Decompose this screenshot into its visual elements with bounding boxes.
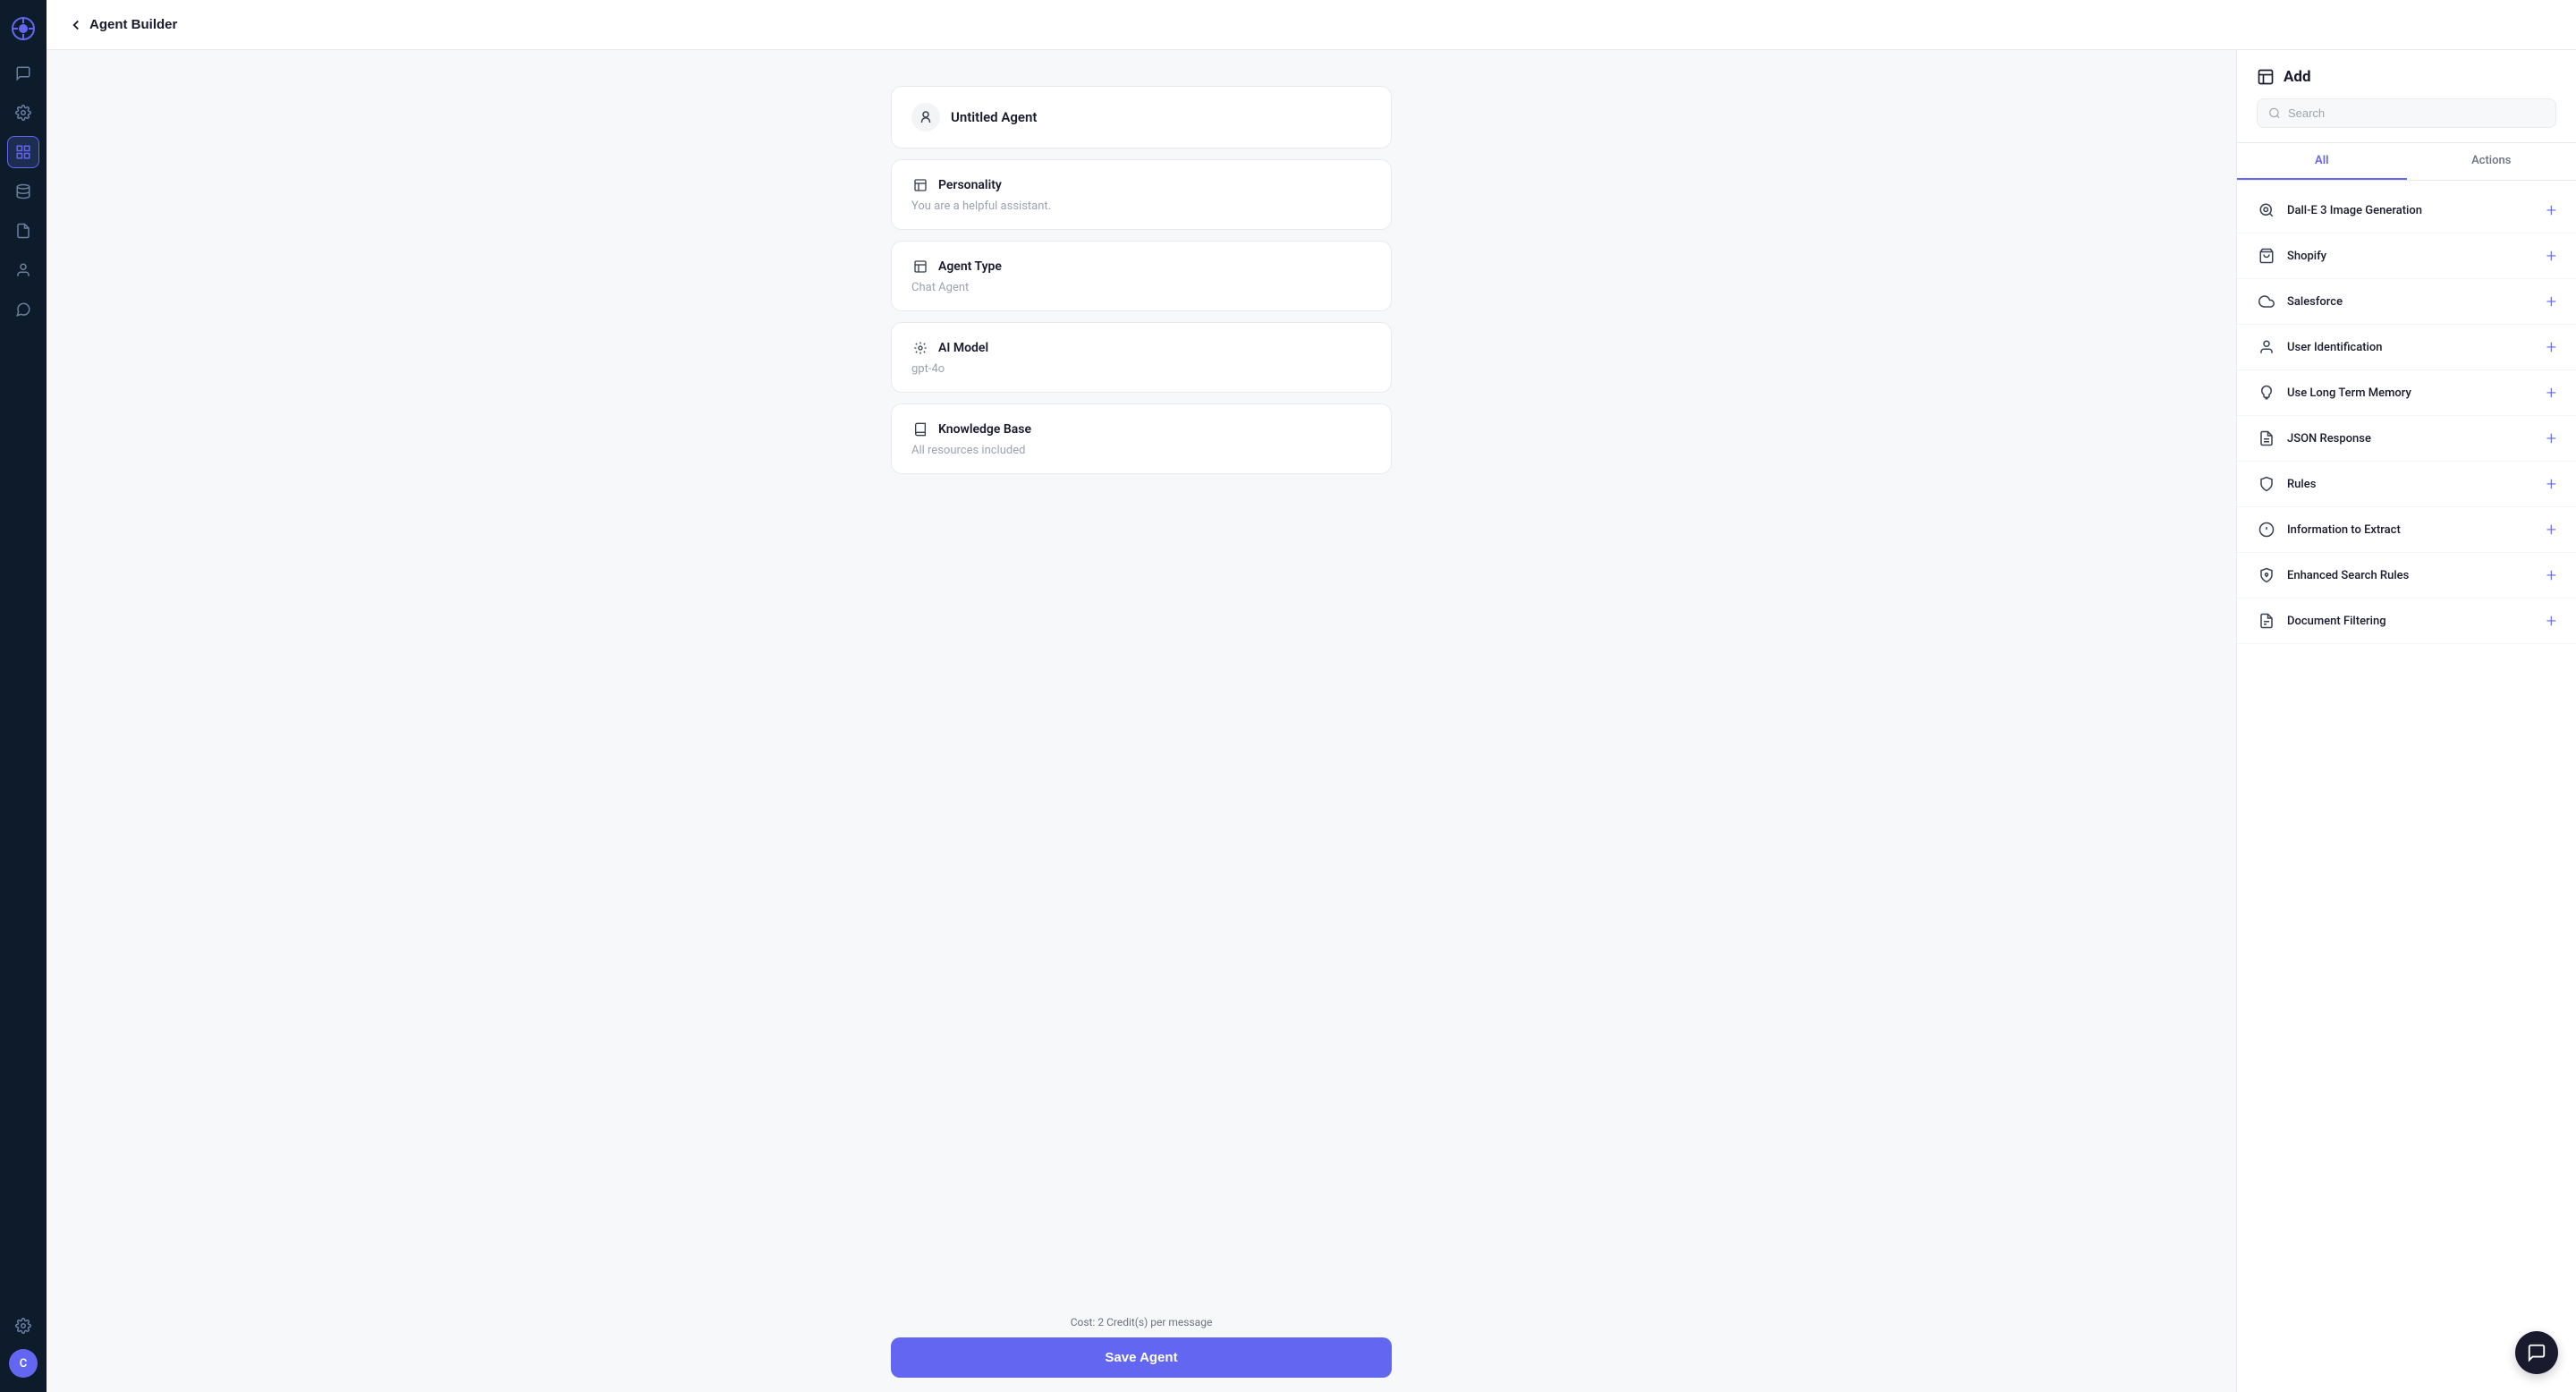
ai-model-card[interactable]: AI Model gpt-4o (891, 322, 1392, 393)
agent-type-value: Chat Agent (911, 281, 1371, 294)
knowledge-base-icon (911, 420, 929, 438)
tab-all[interactable]: All (2237, 143, 2407, 180)
agent-name-card[interactable]: Untitled Agent (891, 86, 1392, 149)
doc-filter-icon (2257, 611, 2276, 631)
add-item-memory[interactable]: Use Long Term Memory + (2237, 370, 2576, 416)
shopify-label: Shopify (2287, 250, 2326, 263)
dalle-icon (2257, 200, 2276, 220)
back-button[interactable]: Agent Builder (68, 17, 177, 33)
add-plus-salesforce[interactable]: + (2546, 293, 2556, 310)
tab-actions[interactable]: Actions (2407, 143, 2576, 180)
search-rules-icon (2257, 565, 2276, 585)
add-items-list: Dall-E 3 Image Generation + Shopify + (2237, 181, 2576, 1392)
agent-type-card[interactable]: Agent Type Chat Agent (891, 241, 1392, 311)
bottom-bar: Cost: 2 Credit(s) per message Save Agent (47, 1302, 2236, 1392)
rules-label: Rules (2287, 478, 2316, 491)
add-plus-extract[interactable]: + (2546, 521, 2556, 539)
add-item-doc-filter[interactable]: Document Filtering + (2237, 598, 2576, 644)
sidebar-item-person[interactable] (7, 254, 39, 286)
search-rules-label: Enhanced Search Rules (2287, 569, 2409, 582)
add-plus-dalle[interactable]: + (2546, 201, 2556, 219)
add-item-search-rules[interactable]: Enhanced Search Rules + (2237, 553, 2576, 598)
add-item-shopify[interactable]: Shopify + (2237, 233, 2576, 279)
sidebar-item-grid[interactable] (7, 136, 39, 168)
user-id-label: User Identification (2287, 341, 2382, 354)
sidebar-logo[interactable] (9, 14, 38, 43)
add-panel-icon (2257, 68, 2275, 86)
right-panel-title-text: Add (2284, 68, 2311, 86)
main-wrapper: Agent Builder Untitled Agent (47, 0, 2576, 1392)
search-icon (2268, 106, 2281, 120)
add-plus-memory[interactable]: + (2546, 384, 2556, 402)
salesforce-icon (2257, 292, 2276, 311)
memory-label: Use Long Term Memory (2287, 386, 2411, 400)
add-plus-rules[interactable]: + (2546, 475, 2556, 493)
add-item-rules[interactable]: Rules + (2237, 462, 2576, 507)
agent-name-text: Untitled Agent (951, 109, 1037, 125)
extract-label: Information to Extract (2287, 523, 2401, 537)
agent-type-icon (911, 258, 929, 276)
extract-icon (2257, 520, 2276, 539)
right-panel-header: Add (2237, 50, 2576, 143)
user-id-icon (2257, 337, 2276, 357)
agent-type-title: Agent Type (938, 259, 1002, 274)
tabs: All Actions (2237, 143, 2576, 181)
sidebar-settings-bottom[interactable] (7, 1310, 39, 1342)
add-item-dalle[interactable]: Dall-E 3 Image Generation + (2237, 188, 2576, 233)
knowledge-base-title: Knowledge Base (938, 422, 1031, 437)
agent-cards: Untitled Agent Personality You are a hel… (891, 86, 1392, 474)
chat-bubble[interactable] (2515, 1331, 2558, 1374)
rules-icon (2257, 474, 2276, 494)
sidebar-item-document[interactable] (7, 215, 39, 247)
sidebar: C (0, 0, 47, 1392)
add-plus-shopify[interactable]: + (2546, 247, 2556, 265)
personality-icon (911, 176, 929, 194)
right-panel: Add All Actions Dall-E (2236, 50, 2576, 1392)
sidebar-item-chat[interactable] (7, 57, 39, 89)
chat-bubble-icon (2527, 1343, 2546, 1362)
search-box[interactable] (2257, 98, 2556, 128)
add-item-json[interactable]: JSON Response + (2237, 416, 2576, 462)
sidebar-bottom: C (7, 1310, 39, 1378)
personality-value: You are a helpful assistant. (911, 199, 1371, 213)
personality-header: Personality (911, 176, 1371, 194)
doc-filter-label: Document Filtering (2287, 615, 2386, 628)
dalle-label: Dall-E 3 Image Generation (2287, 204, 2422, 217)
add-plus-json[interactable]: + (2546, 429, 2556, 447)
sidebar-item-settings[interactable] (7, 97, 39, 129)
personality-card[interactable]: Personality You are a helpful assistant. (891, 159, 1392, 230)
ai-model-icon (911, 339, 929, 357)
memory-icon (2257, 383, 2276, 403)
add-plus-doc-filter[interactable]: + (2546, 612, 2556, 630)
right-panel-title: Add (2257, 68, 2556, 86)
user-avatar[interactable]: C (9, 1349, 38, 1378)
agent-icon (911, 103, 940, 132)
add-item-user-id[interactable]: User Identification + (2237, 325, 2576, 370)
personality-title: Personality (938, 178, 1002, 192)
add-item-extract[interactable]: Information to Extract + (2237, 507, 2576, 553)
page-title: Agent Builder (89, 17, 177, 32)
sidebar-item-database[interactable] (7, 175, 39, 208)
save-agent-button[interactable]: Save Agent (891, 1337, 1392, 1378)
json-icon (2257, 429, 2276, 448)
add-plus-user-id[interactable]: + (2546, 338, 2556, 356)
center-panel: Untitled Agent Personality You are a hel… (47, 50, 2236, 1392)
cost-text: Cost: 2 Credit(s) per message (1071, 1316, 1213, 1328)
content-area: Untitled Agent Personality You are a hel… (47, 50, 2576, 1392)
add-plus-search-rules[interactable]: + (2546, 566, 2556, 584)
knowledge-base-header: Knowledge Base (911, 420, 1371, 438)
knowledge-base-value: All resources included (911, 444, 1371, 457)
ai-model-title: AI Model (938, 341, 988, 355)
search-input[interactable] (2288, 106, 2545, 120)
json-label: JSON Response (2287, 432, 2371, 446)
agent-type-header: Agent Type (911, 258, 1371, 276)
salesforce-label: Salesforce (2287, 295, 2343, 309)
ai-model-header: AI Model (911, 339, 1371, 357)
topbar: Agent Builder (47, 0, 2576, 50)
ai-model-value: gpt-4o (911, 362, 1371, 376)
sidebar-item-bubble[interactable] (7, 293, 39, 326)
knowledge-base-card[interactable]: Knowledge Base All resources included (891, 403, 1392, 474)
shopify-icon (2257, 246, 2276, 266)
add-item-salesforce[interactable]: Salesforce + (2237, 279, 2576, 325)
